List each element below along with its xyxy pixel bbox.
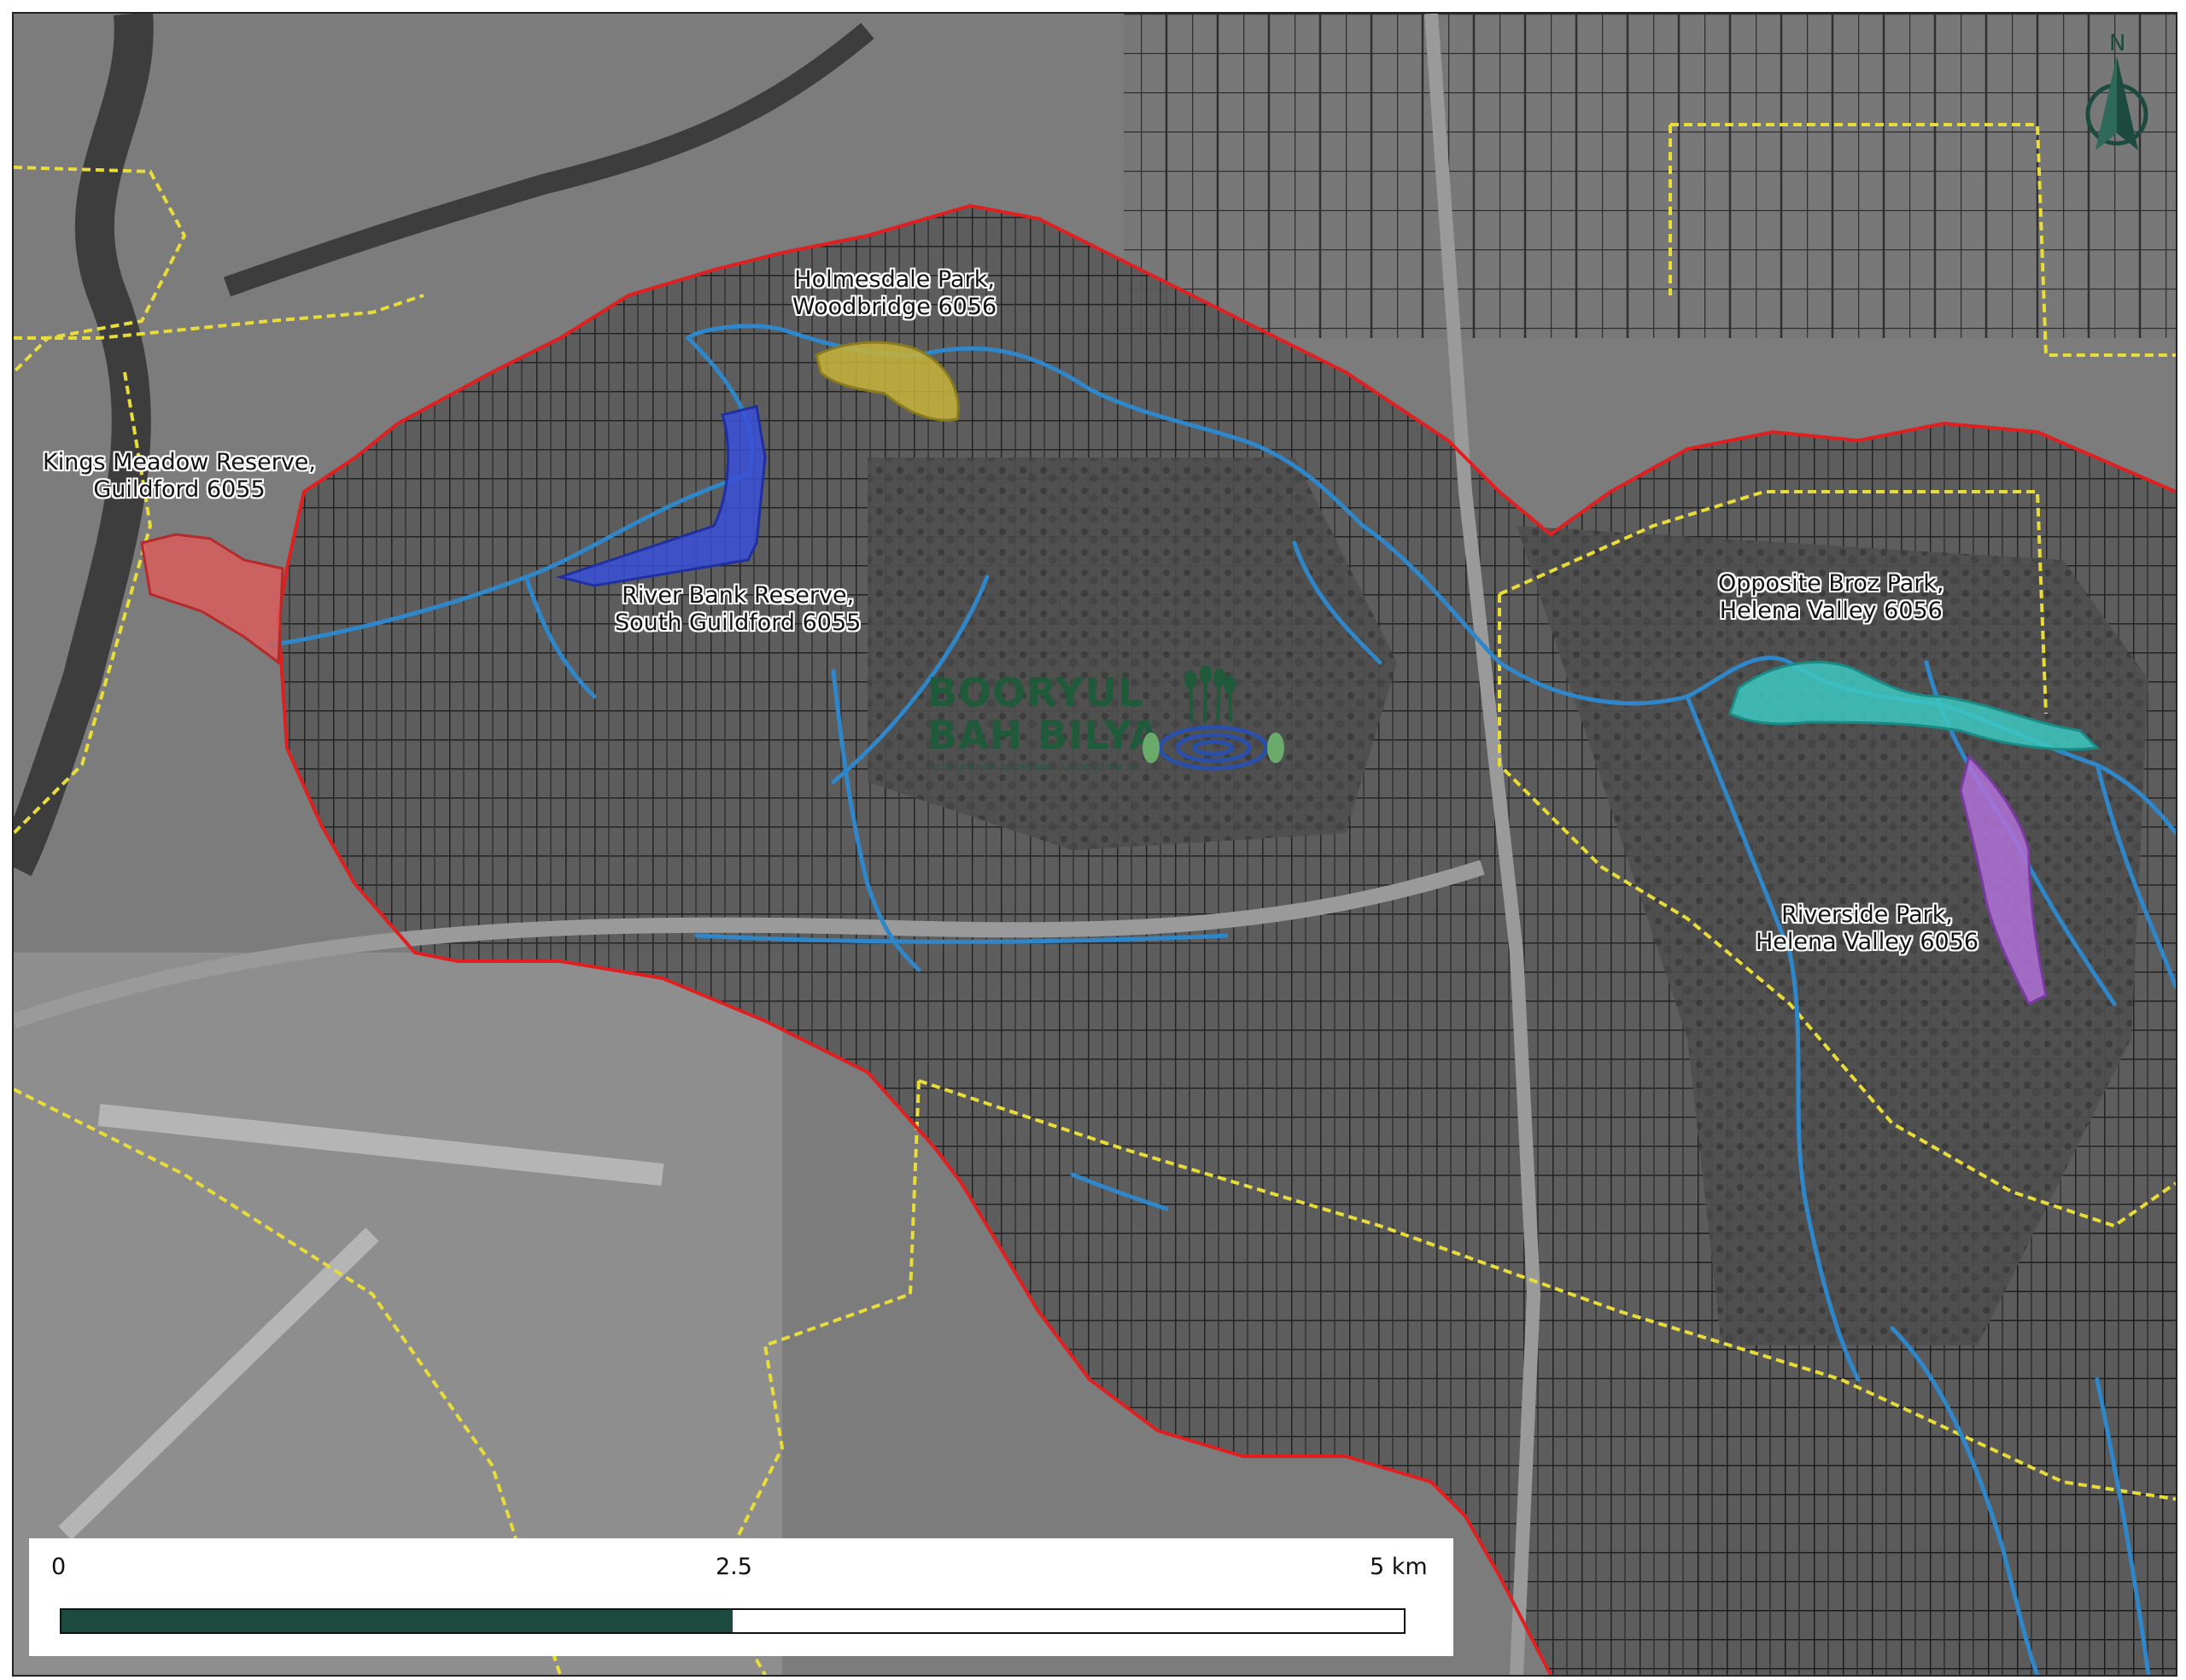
opposite-broz-park-label: Opposite Broz Park, Helena Valley 6056 bbox=[1718, 570, 1944, 625]
north-arrow-icon bbox=[2085, 56, 2148, 150]
kings-meadow-label-line-1: Kings Meadow Reserve, bbox=[43, 449, 316, 475]
scale-label-2-5: 2.5 bbox=[716, 1554, 752, 1580]
river-bank-label-line-2: South Guildford 6055 bbox=[615, 610, 862, 636]
basemap-north-suburbs bbox=[1124, 14, 2176, 338]
logo-word-2: BAH BILYA bbox=[927, 712, 1161, 758]
booryul-bah-bilya-logo: BOORYUL BAH BILYA HELENA RIVER ABORIGINA… bbox=[927, 662, 1329, 799]
riverside-label-line-2: Helena Valley 6056 bbox=[1756, 929, 1979, 955]
logo-word-1: BOORYUL bbox=[927, 669, 1144, 715]
holmesdale-label-line-1: Holmesdale Park, bbox=[794, 266, 995, 293]
logo-reeds-icon bbox=[1143, 665, 1284, 771]
scale-track bbox=[60, 1608, 1406, 1634]
logo-tagline: HELENA RIVER ABORIGINAL ASSOCIATION INC bbox=[929, 763, 1143, 773]
riverside-label-line-1: Riverside Park, bbox=[1781, 901, 1953, 928]
kings-meadow-label-line-2: Guildford 6055 bbox=[93, 476, 266, 503]
north-letter: N bbox=[2109, 31, 2126, 56]
broz-label-line-2: Helena Valley 6056 bbox=[1719, 598, 1943, 624]
north-arrow: N bbox=[2078, 31, 2155, 155]
holmesdale-park-label: Holmesdale Park, Woodbridge 6056 bbox=[792, 266, 997, 321]
river-bank-label-line-1: River Bank Reserve, bbox=[622, 582, 855, 609]
scale-label-0: 0 bbox=[51, 1554, 67, 1580]
holmesdale-label-line-2: Woodbridge 6056 bbox=[792, 294, 997, 320]
map-layers bbox=[14, 14, 2176, 1675]
map-canvas[interactable]: Kings Meadow Reserve, Guildford 6055 Riv… bbox=[12, 12, 2177, 1677]
kings-meadow-reserve-label: Kings Meadow Reserve, Guildford 6055 bbox=[43, 449, 316, 504]
scale-fill bbox=[61, 1610, 733, 1632]
scale-label-5km: 5 km bbox=[1370, 1554, 1428, 1580]
broz-label-line-1: Opposite Broz Park, bbox=[1718, 570, 1944, 597]
river-bank-reserve-label: River Bank Reserve, South Guildford 6055 bbox=[615, 582, 861, 637]
scale-bar: 0 2.5 5 km bbox=[29, 1538, 1453, 1656]
riverside-park-label: Riverside Park, Helena Valley 6056 bbox=[1756, 901, 1979, 956]
